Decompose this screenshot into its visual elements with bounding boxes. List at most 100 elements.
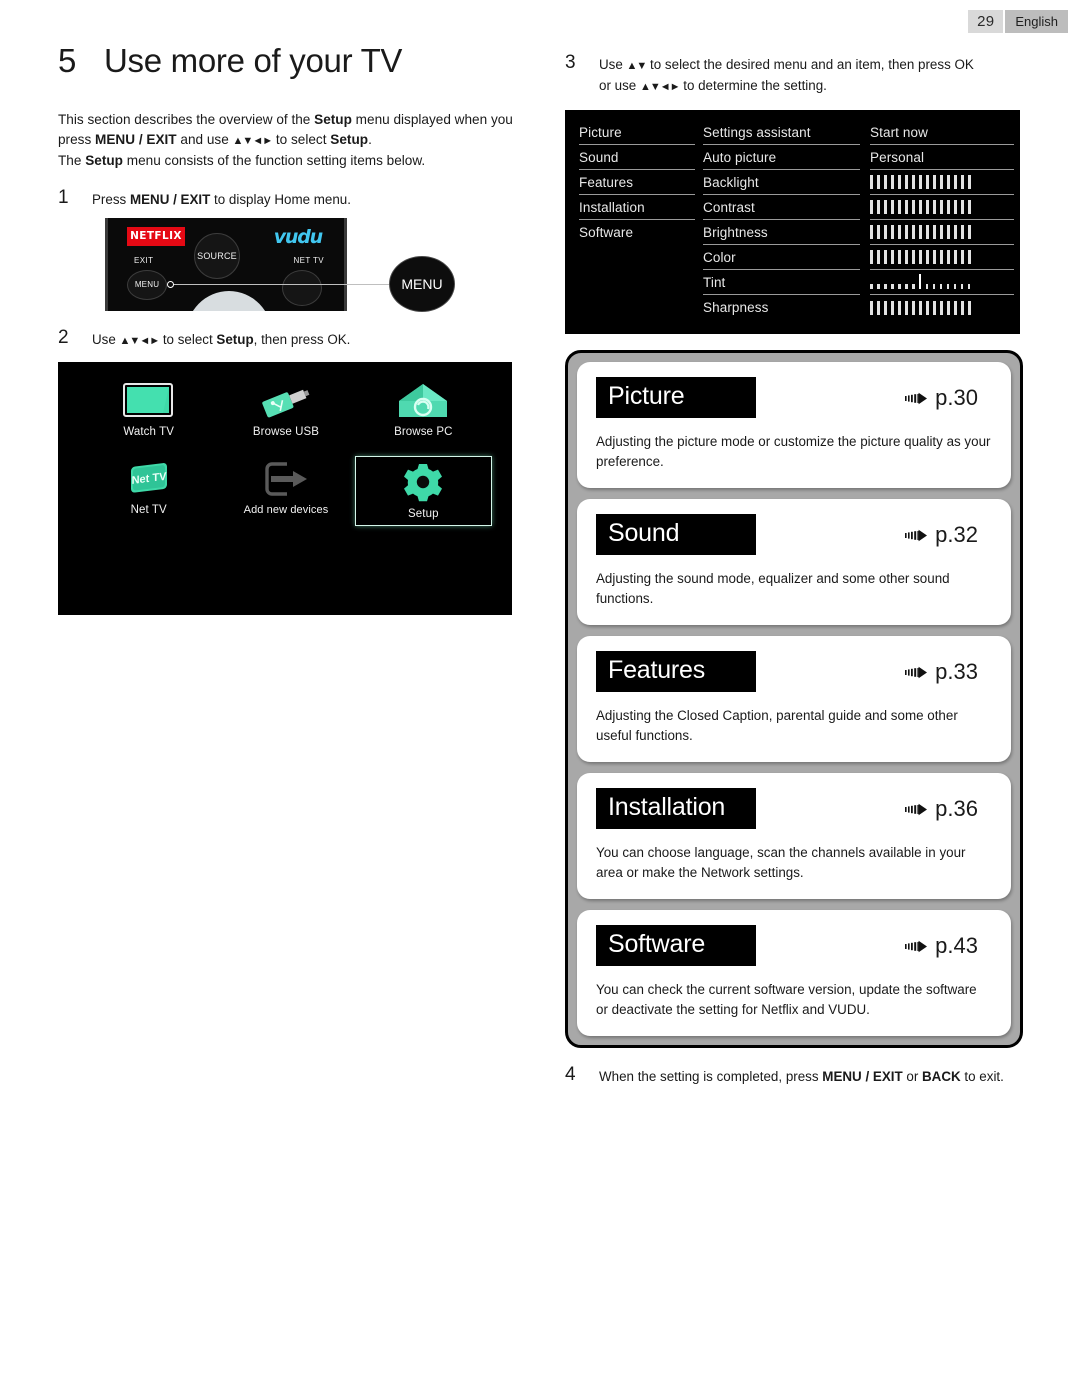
intro-paragraph: This section describes the overview of t…	[58, 110, 518, 171]
intro-menuexit: MENU / EXIT	[95, 131, 177, 147]
setup-item-color[interactable]: Color	[703, 245, 860, 270]
step-2-setup: Setup	[216, 331, 254, 347]
setup-value-auto-picture[interactable]: Personal	[870, 145, 1014, 170]
setup-slider-color[interactable]	[870, 245, 1014, 270]
step-2: 2 Use ▲▼◄► to select Setup, then press O…	[58, 328, 518, 351]
remote-exit-label: EXIT	[134, 255, 154, 265]
step-3-text-d: to determine the setting.	[679, 78, 827, 93]
setup-slider-backlight[interactable]	[870, 170, 1014, 195]
intro-text-4: to select	[272, 131, 331, 147]
setup-item-contrast[interactable]: Contrast	[703, 195, 860, 220]
intro-text-6: The	[58, 153, 86, 168]
home-tile-net-tv[interactable]: Net TV Net TV	[80, 456, 217, 526]
home-tile-browse-usb[interactable]: Browse USB	[217, 378, 354, 456]
setup-nav-item-picture[interactable]: Picture	[579, 120, 695, 145]
step-4-back: BACK	[922, 1069, 961, 1084]
setup-item-sharpness[interactable]: Sharpness	[703, 295, 860, 320]
card-page-ref: p.36	[905, 796, 992, 822]
card-title: Features	[596, 651, 756, 692]
slider-ticks	[870, 175, 971, 189]
intro-text-1: This section describes the overview of t…	[58, 112, 315, 127]
remote-menu-button[interactable]: MENU	[127, 269, 167, 300]
step-4-text-c: or	[902, 1069, 923, 1084]
card-page-ref: p.30	[905, 385, 992, 411]
step-3-arrows-icon-1: ▲▼	[626, 60, 648, 72]
step-3-text: Use ▲▼ to select the desired menu and an…	[599, 53, 1023, 97]
intro-arrows-icon: ▲▼◄►	[232, 134, 274, 147]
setup-nav-item-features[interactable]: Features	[579, 170, 695, 195]
card-page-ref: p.43	[905, 933, 992, 959]
home-tile-label: Net TV	[130, 503, 167, 516]
home-tile-label: Watch TV	[123, 425, 174, 438]
remote-nettv-label: NET TV	[293, 255, 324, 265]
step-4-number: 4	[565, 1064, 576, 1085]
home-tile-browse-pc[interactable]: Browse PC	[355, 378, 492, 456]
setup-nav-item-software[interactable]: Software	[579, 220, 695, 245]
setup-slider-sharpness[interactable]	[870, 295, 1014, 320]
home-tile-watch-tv[interactable]: Watch TV	[80, 378, 217, 456]
step-4-text-e: to exit.	[960, 1069, 1004, 1084]
home-tile-label: Browse PC	[394, 425, 453, 438]
setup-menu-nav-column: Picture Sound Features Installation Soft…	[571, 120, 695, 328]
card-description: Adjusting the sound mode, equalizer and …	[596, 571, 950, 606]
step-4-text: When the setting is completed, press MEN…	[599, 1065, 1023, 1086]
home-tile-label: Add new devices	[243, 503, 329, 516]
card-page-number: p.30	[935, 384, 978, 410]
setup-nav-item-sound[interactable]: Sound	[579, 145, 695, 170]
setup-item-auto-picture[interactable]: Auto picture	[703, 145, 860, 170]
card-page-number: p.43	[935, 932, 978, 958]
step-4: 4 When the setting is completed, press M…	[565, 1065, 1023, 1086]
card-picture[interactable]: Picture p.30 Adjusting the picture mode …	[577, 362, 1011, 488]
setup-menu-screen: Picture Sound Features Installation Soft…	[565, 110, 1020, 334]
home-tile-label: Setup	[408, 507, 439, 520]
card-sound[interactable]: Sound p.32 Adjusting the sound mode, equ…	[577, 499, 1011, 625]
menu-overview-card-stack: Picture p.30 Adjusting the picture mode …	[565, 350, 1023, 1048]
intro-setup-3: Setup	[85, 153, 123, 168]
card-installation[interactable]: Installation p.36 You can choose languag…	[577, 773, 1011, 899]
card-software[interactable]: Software p.43 You can check the current …	[577, 910, 1011, 1036]
step-3-arrows-icon-2: ▲▼◄►	[639, 81, 681, 93]
slider-ticks	[870, 200, 971, 214]
intro-text-5: .	[368, 131, 372, 147]
step-4-text-a: When the setting is completed, press	[599, 1069, 823, 1084]
setup-item-brightness[interactable]: Brightness	[703, 220, 860, 245]
setup-value-settings-assistant[interactable]: Start now	[870, 120, 1014, 145]
usb-drive-icon	[257, 378, 315, 424]
card-header: Features p.33	[596, 651, 992, 692]
home-tile-setup[interactable]: Setup	[354, 455, 492, 526]
motion-arrow-icon	[905, 796, 931, 822]
callout-menu-button: MENU	[389, 255, 455, 312]
card-features[interactable]: Features p.33 Adjusting the Closed Capti…	[577, 636, 1011, 762]
remote-source-button[interactable]: SOURCE	[194, 232, 240, 279]
remote-nettv-button[interactable]	[282, 269, 322, 306]
remote-dpad[interactable]	[186, 290, 272, 311]
setup-menu-value-column: Start now Personal	[860, 120, 1014, 328]
setup-item-backlight[interactable]: Backlight	[703, 170, 860, 195]
chapter-heading: 5 Use more of your TV	[58, 42, 518, 80]
intro-setup-1: Setup	[314, 112, 352, 127]
home-tile-add-new-devices[interactable]: Add new devices	[217, 456, 354, 526]
card-header: Installation p.36	[596, 788, 992, 829]
slider-ticks-center	[870, 274, 970, 289]
setup-slider-contrast[interactable]	[870, 195, 1014, 220]
setup-item-settings-assistant[interactable]: Settings assistant	[703, 120, 860, 145]
step-1: 1 Press MENU / EXIT to display Home menu…	[58, 188, 518, 209]
remote-body: NETFLIX vudu SOURCE EXIT MENU NET TV	[105, 217, 347, 311]
left-column: 5 Use more of your TV This section descr…	[58, 0, 518, 615]
setup-slider-tint[interactable]	[870, 270, 1014, 295]
motion-arrow-icon	[905, 933, 931, 959]
step-3-text-b: to select the desired menu and an item, …	[646, 57, 974, 72]
setup-nav-item-installation[interactable]: Installation	[579, 195, 695, 220]
callout-dot	[167, 280, 174, 288]
step-3: 3 Use ▲▼ to select the desired menu and …	[565, 53, 1023, 97]
card-title: Sound	[596, 514, 756, 555]
chapter-number: 5	[58, 42, 77, 79]
setup-slider-brightness[interactable]	[870, 220, 1014, 245]
home-menu-grid: Watch TV Browse USB Browse PC Net TV Net…	[80, 378, 492, 526]
step-1-number: 1	[58, 186, 69, 208]
slider-ticks	[870, 225, 971, 239]
step-4-menuexit: MENU / EXIT	[822, 1069, 903, 1084]
setup-item-tint[interactable]: Tint	[703, 270, 860, 295]
card-description: You can check the current software versi…	[596, 982, 977, 1017]
card-header: Sound p.32	[596, 514, 992, 555]
